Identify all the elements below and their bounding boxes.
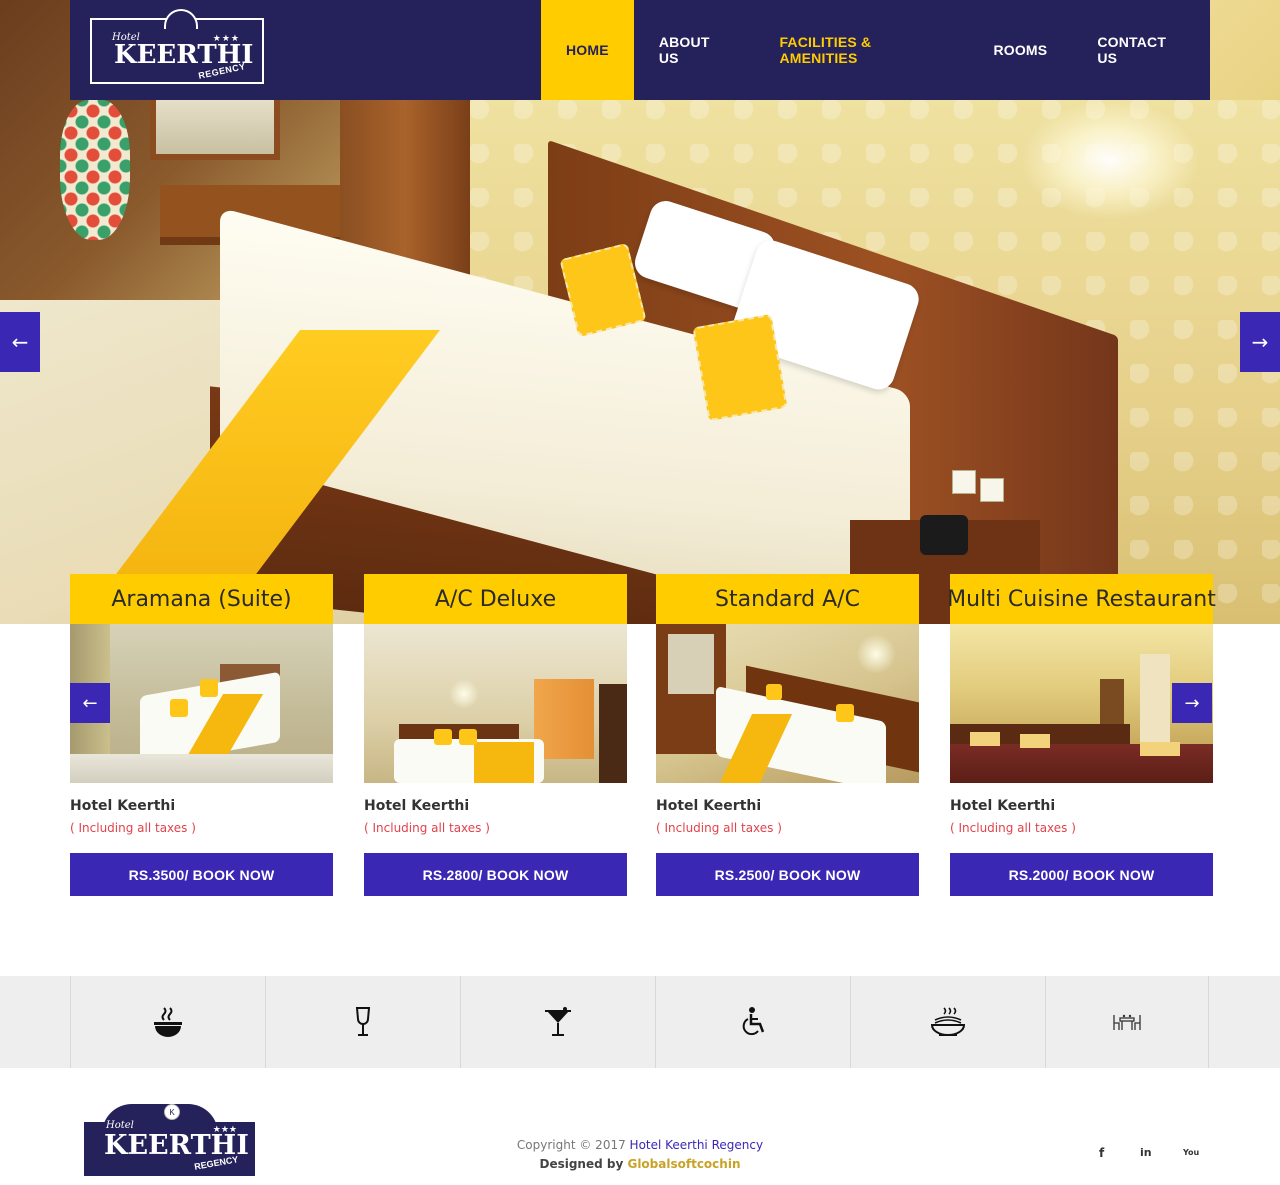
- room-title[interactable]: Standard A/C: [656, 574, 919, 624]
- footer-logo-badge: K: [164, 1104, 180, 1120]
- page: Hotel KEERTHI ★★★ REGENCY HOME ABOUT US …: [0, 0, 1280, 1185]
- nav-home[interactable]: HOME: [541, 0, 634, 100]
- facility-soup[interactable]: [70, 976, 265, 1068]
- wine-glass-icon: [355, 1007, 371, 1036]
- room-hotel-name: Hotel Keerthi: [364, 798, 470, 814]
- room-tax-note: ( Including all taxes ): [364, 821, 490, 835]
- room-tax-note: ( Including all taxes ): [656, 821, 782, 835]
- site-logo[interactable]: Hotel KEERTHI ★★★ REGENCY: [90, 9, 264, 84]
- hero-socket: [952, 470, 976, 494]
- cocktail-icon: [545, 1007, 571, 1036]
- book-now-button[interactable]: RS.2500/ BOOK NOW: [656, 853, 919, 896]
- arrow-right-icon: →: [1184, 692, 1200, 714]
- room-hotel-name: Hotel Keerthi: [950, 798, 1056, 814]
- room-hotel-name: Hotel Keerthi: [70, 798, 176, 814]
- linkedin-icon[interactable]: in: [1140, 1146, 1152, 1159]
- nav-menu: HOME ABOUT US FACILITIES & AMENITIES ROO…: [541, 0, 1210, 100]
- facebook-icon[interactable]: f: [1099, 1146, 1104, 1160]
- room-title[interactable]: Multi Cuisine Restaurant: [947, 574, 1216, 624]
- youtube-icon[interactable]: You: [1183, 1148, 1199, 1157]
- designed-prefix: Designed by: [539, 1157, 628, 1171]
- room-image[interactable]: [656, 624, 919, 783]
- rooms-next-button[interactable]: →: [1172, 683, 1212, 723]
- facilities-strip: [0, 976, 1280, 1068]
- room-title[interactable]: Aramana (Suite): [70, 574, 333, 624]
- facility-wine[interactable]: [265, 976, 460, 1068]
- room-carousel: Aramana (Suite) Hotel Keerthi ( Includin…: [70, 574, 1216, 896]
- book-now-button[interactable]: RS.3500/ BOOK NOW: [70, 853, 333, 896]
- nav-about-us[interactable]: ABOUT US: [634, 0, 755, 100]
- room-tax-note: ( Including all taxes ): [950, 821, 1076, 835]
- facility-dining[interactable]: [1045, 976, 1209, 1068]
- hero-mirror: [150, 100, 280, 160]
- hero-wall-lamp: [1020, 100, 1200, 220]
- main-navbar: Hotel KEERTHI ★★★ REGENCY HOME ABOUT US …: [70, 0, 1210, 100]
- room-title[interactable]: A/C Deluxe: [364, 574, 627, 624]
- copyright-link[interactable]: Hotel Keerthi Regency: [630, 1138, 764, 1152]
- nav-contact-us[interactable]: CONTACT US: [1072, 0, 1210, 100]
- designed-by-text: Designed by Globalsoftcochin: [440, 1157, 840, 1171]
- slider-next-button[interactable]: →: [1240, 312, 1280, 372]
- wheelchair-icon: [742, 1007, 765, 1036]
- room-image[interactable]: [364, 624, 627, 783]
- copyright-text: Copyright © 2017 Hotel Keerthi Regency: [440, 1138, 840, 1152]
- hero-cushion: [692, 313, 788, 422]
- room-card: Multi Cuisine Restaurant Hotel Keerthi (…: [947, 574, 1216, 896]
- copyright-prefix: Copyright © 2017: [516, 1138, 630, 1152]
- facility-wheelchair[interactable]: [655, 976, 850, 1068]
- hero-telephone: [920, 515, 968, 555]
- arrow-left-icon: ←: [11, 330, 29, 354]
- slider-prev-button[interactable]: ←: [0, 312, 40, 372]
- hero-ironing-board: [60, 100, 130, 240]
- logo-stars: ★★★: [212, 33, 240, 43]
- book-now-button[interactable]: RS.2800/ BOOK NOW: [364, 853, 627, 896]
- facility-noodles[interactable]: [850, 976, 1045, 1068]
- nav-facilities-amenities[interactable]: FACILITIES & AMENITIES: [754, 0, 968, 100]
- nav-rooms[interactable]: ROOMS: [968, 0, 1072, 100]
- dining-table-icon: [1113, 1014, 1141, 1030]
- designer-link[interactable]: Globalsoftcochin: [627, 1157, 740, 1171]
- noodles-bowl-icon: [930, 1007, 966, 1036]
- book-now-button[interactable]: RS.2000/ BOOK NOW: [950, 853, 1213, 896]
- rooms-prev-button[interactable]: ←: [70, 683, 110, 723]
- facility-cocktail[interactable]: [460, 976, 655, 1068]
- arrow-right-icon: →: [1251, 330, 1269, 354]
- room-hotel-name: Hotel Keerthi: [656, 798, 762, 814]
- room-card: Standard A/C Hotel Keerthi ( Including a…: [656, 574, 919, 896]
- footer-logo-stars: ★★★: [212, 1124, 237, 1134]
- room-card: A/C Deluxe Hotel Keerthi ( Including all…: [364, 574, 627, 896]
- room-tax-note: ( Including all taxes ): [70, 821, 196, 835]
- arrow-left-icon: ←: [82, 692, 98, 714]
- logo-crown: [164, 9, 198, 29]
- hot-soup-icon: [154, 1007, 182, 1037]
- hero-socket: [980, 478, 1004, 502]
- room-card: Aramana (Suite) Hotel Keerthi ( Includin…: [70, 574, 333, 896]
- footer-logo[interactable]: K Hotel KEERTHI ★★★ REGENCY: [84, 1104, 255, 1176]
